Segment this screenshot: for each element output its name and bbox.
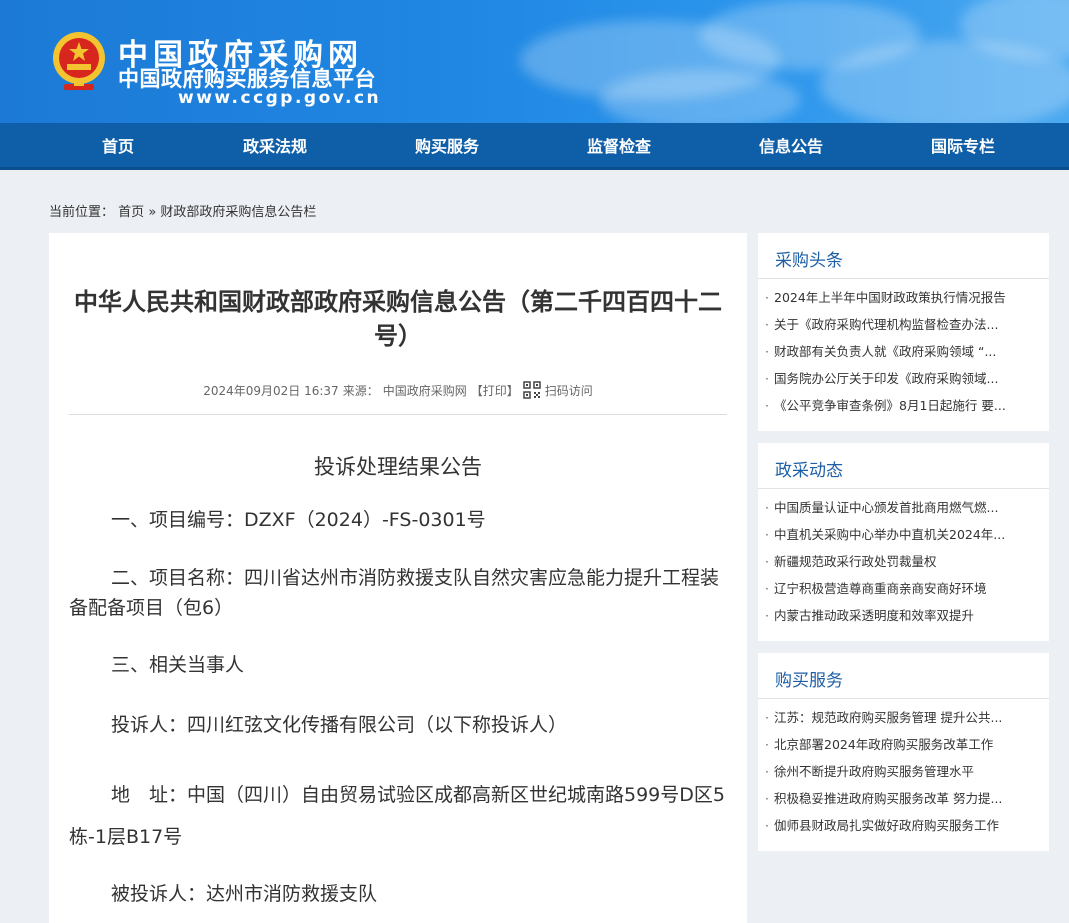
list-item[interactable]: 新疆规范政采行政处罚裁量权 <box>758 552 1049 579</box>
notice-title: 投诉处理结果公告 <box>314 455 482 479</box>
paragraph-address: 地 址：中国（四川）自由贸易试验区成都高新区世纪城南路599号D区5栋-1层B1… <box>69 784 725 848</box>
qr-code-icon[interactable] <box>523 381 541 399</box>
paragraph-project-name: 二、项目名称：四川省达州市消防救援支队自然灾害应急能力提升工程装备配备项目（包6… <box>69 567 720 619</box>
nav-item-regulations[interactable]: 政采法规 <box>236 123 314 170</box>
sidebar-section-services: 购买服务 江苏：规范政府购买服务管理 提升公共... 北京部署2024年政府购买… <box>758 653 1049 851</box>
sidebar-divider <box>758 278 1049 279</box>
sidebar-divider <box>758 698 1049 699</box>
national-emblem-icon <box>53 32 105 90</box>
article-date: 2024年09月02日 16:37 <box>203 383 339 398</box>
nav-item-home[interactable]: 首页 <box>0 123 236 170</box>
paragraph-respondent: 被投诉人：达州市消防救援支队 <box>111 883 378 905</box>
nav-item-supervision[interactable]: 监督检查 <box>580 123 658 170</box>
list-item[interactable]: 关于《政府采购代理机构监督检查办法... <box>758 315 1049 342</box>
list-item[interactable]: 积极稳妥推进政府购买服务改革 努力提... <box>758 789 1049 816</box>
list-item[interactable]: 辽宁积极营造尊商重商亲商安商好环境 <box>758 579 1049 606</box>
list-item[interactable]: 北京部署2024年政府购买服务改革工作 <box>758 735 1049 762</box>
nav-item-international[interactable]: 国际专栏 <box>924 123 1002 170</box>
breadcrumb: 当前位置： 首页 » 财政部政府采购信息公告栏 <box>49 201 316 220</box>
article-source-label: 来源： <box>342 383 379 398</box>
article-panel: 中华人民共和国财政部政府采购信息公告（第二千四百四十二号） 2024年09月02… <box>49 233 747 923</box>
sidebar-list: 江苏：规范政府购买服务管理 提升公共... 北京部署2024年政府购买服务改革工… <box>758 708 1049 843</box>
list-item[interactable]: 国务院办公厅关于印发《政府采购领域... <box>758 369 1049 396</box>
list-item[interactable]: 中直机关采购中心举办中直机关2024年... <box>758 525 1049 552</box>
list-item[interactable]: 《公平竞争审查条例》8月1日起施行 要... <box>758 396 1049 423</box>
paragraph-parties: 三、相关当事人 <box>111 654 245 676</box>
breadcrumb-prefix: 当前位置： <box>49 205 115 220</box>
sidebar-section-news: 政采动态 中国质量认证中心颁发首批商用燃气燃... 中直机关采购中心举办中直机关… <box>758 443 1049 641</box>
article-divider <box>69 414 727 415</box>
nav-item-announcements[interactable]: 信息公告 <box>658 123 924 170</box>
sidebar-list: 中国质量认证中心颁发首批商用燃气燃... 中直机关采购中心举办中直机关2024年… <box>758 498 1049 633</box>
paragraph-project-number: 一、项目编号：DZXF（2024）-FS-0301号 <box>111 509 486 531</box>
qr-scan-label[interactable]: 扫码访问 <box>545 382 593 399</box>
sidebar-list: 2024年上半年中国财政政策执行情况报告 关于《政府采购代理机构监督检查办法..… <box>758 288 1049 423</box>
sidebar-divider <box>758 488 1049 489</box>
print-link[interactable]: 【打印】 <box>471 382 519 399</box>
list-item[interactable]: 2024年上半年中国财政政策执行情况报告 <box>758 288 1049 315</box>
list-item[interactable]: 徐州不断提升政府购买服务管理水平 <box>758 762 1049 789</box>
list-item[interactable]: 内蒙古推动政采透明度和效率双提升 <box>758 606 1049 633</box>
article-meta: 2024年09月02日 16:37 来源： 中国政府采购网 【打印】 扫码访问 <box>49 381 747 399</box>
list-item[interactable]: 伽师县财政局扎实做好政府购买服务工作 <box>758 816 1049 843</box>
article-title: 中华人民共和国财政部政府采购信息公告（第二千四百四十二号） <box>74 288 722 350</box>
list-item[interactable]: 中国质量认证中心颁发首批商用燃气燃... <box>758 498 1049 525</box>
sidebar-section-title[interactable]: 采购头条 <box>775 246 843 271</box>
nav-item-purchase-services[interactable]: 购买服务 <box>314 123 580 170</box>
breadcrumb-home-link[interactable]: 首页 <box>118 205 144 220</box>
list-item[interactable]: 财政部有关负责人就《政府采购领域 “... <box>758 342 1049 369</box>
sidebar-section-title[interactable]: 购买服务 <box>775 666 843 691</box>
site-banner: 中国政府采购网 中国政府购买服务信息平台 www.ccgp.gov.cn <box>0 0 1069 123</box>
breadcrumb-separator: » <box>148 205 157 220</box>
site-url: www.ccgp.gov.cn <box>178 88 382 108</box>
breadcrumb-current-link[interactable]: 财政部政府采购信息公告栏 <box>160 205 316 220</box>
list-item[interactable]: 江苏：规范政府购买服务管理 提升公共... <box>758 708 1049 735</box>
main-nav: 首页 政采法规 购买服务 监督检查 信息公告 国际专栏 <box>0 123 1069 170</box>
paragraph-complainant: 投诉人：四川红弦文化传播有限公司（以下称投诉人） <box>111 714 568 736</box>
sidebar-section-title[interactable]: 政采动态 <box>775 456 843 481</box>
article-source: 中国政府采购网 <box>382 383 467 398</box>
sidebar-section-headlines: 采购头条 2024年上半年中国财政政策执行情况报告 关于《政府采购代理机构监督检… <box>758 233 1049 431</box>
